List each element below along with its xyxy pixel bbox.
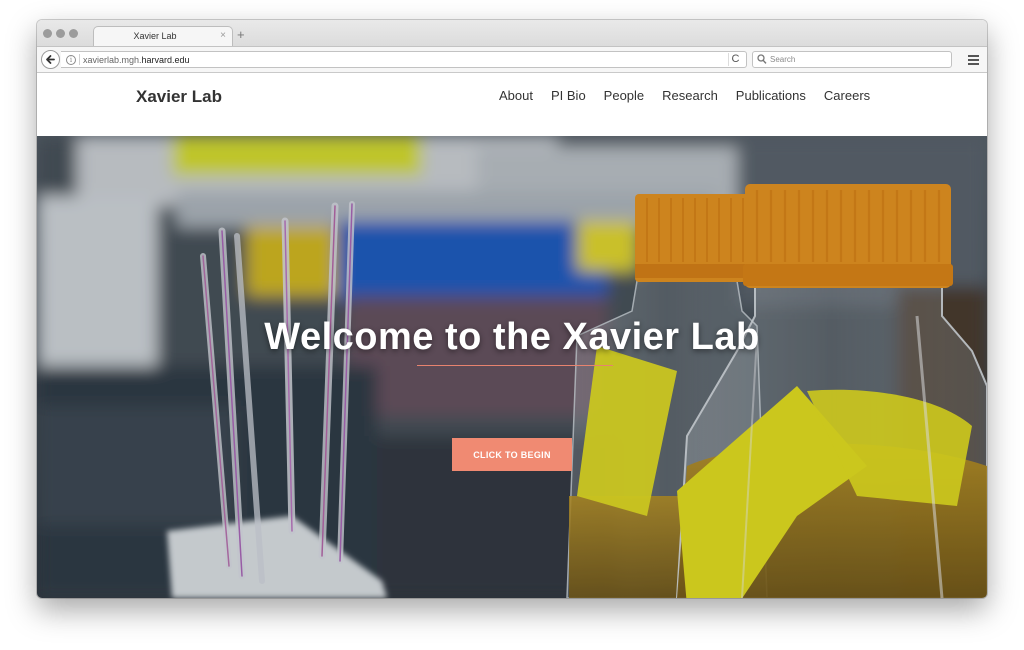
hero-divider — [417, 365, 613, 366]
search-placeholder: Search — [770, 55, 796, 64]
nav-people[interactable]: People — [604, 88, 644, 103]
site-logo[interactable]: Xavier Lab — [136, 87, 222, 107]
tab-strip: Xavier Lab × + — [37, 20, 987, 47]
click-to-begin-button[interactable]: CLICK TO BEGIN — [452, 438, 572, 471]
url-prefix: xavierlab.mgh. — [83, 55, 142, 65]
back-button[interactable] — [41, 50, 60, 69]
info-icon[interactable]: i — [66, 55, 76, 65]
url-domain: harvard.edu — [141, 55, 190, 65]
nav-publications[interactable]: Publications — [736, 88, 806, 103]
nav-research[interactable]: Research — [662, 88, 718, 103]
nav-pi-bio[interactable]: PI Bio — [551, 88, 586, 103]
nav-about[interactable]: About — [499, 88, 533, 103]
new-tab-button[interactable]: + — [237, 28, 245, 42]
tab-title: Xavier Lab — [133, 31, 177, 41]
zoom-window-dot[interactable] — [69, 29, 78, 38]
search-icon — [757, 54, 767, 64]
hero-lab-photo — [37, 136, 987, 598]
reload-icon[interactable]: C — [728, 53, 742, 66]
browser-toolbar: i xavierlab.mgh.harvard.edu C Search — [37, 46, 987, 73]
tab-xavier-lab[interactable]: Xavier Lab × — [93, 26, 233, 47]
site-header: Xavier Lab About PI Bio People Research … — [37, 74, 987, 136]
search-input[interactable]: Search — [752, 51, 952, 68]
hamburger-menu-icon[interactable] — [968, 55, 979, 65]
main-nav: About PI Bio People Research Publication… — [499, 88, 888, 103]
hero-section: Welcome to the Xavier Lab CLICK TO BEGIN — [37, 136, 987, 598]
close-window-dot[interactable] — [43, 29, 52, 38]
hero-title: Welcome to the Xavier Lab — [264, 316, 760, 358]
minimize-window-dot[interactable] — [56, 29, 65, 38]
nav-careers[interactable]: Careers — [824, 88, 870, 103]
back-arrow-icon — [46, 55, 55, 64]
address-bar[interactable]: i xavierlab.mgh.harvard.edu C — [61, 51, 747, 68]
url-divider — [79, 54, 80, 65]
url-text[interactable]: xavierlab.mgh.harvard.edu — [83, 54, 190, 66]
browser-window: Xavier Lab × + i xavierlab.mgh.harvard.e… — [37, 20, 987, 598]
tab-close-icon[interactable]: × — [220, 29, 226, 43]
